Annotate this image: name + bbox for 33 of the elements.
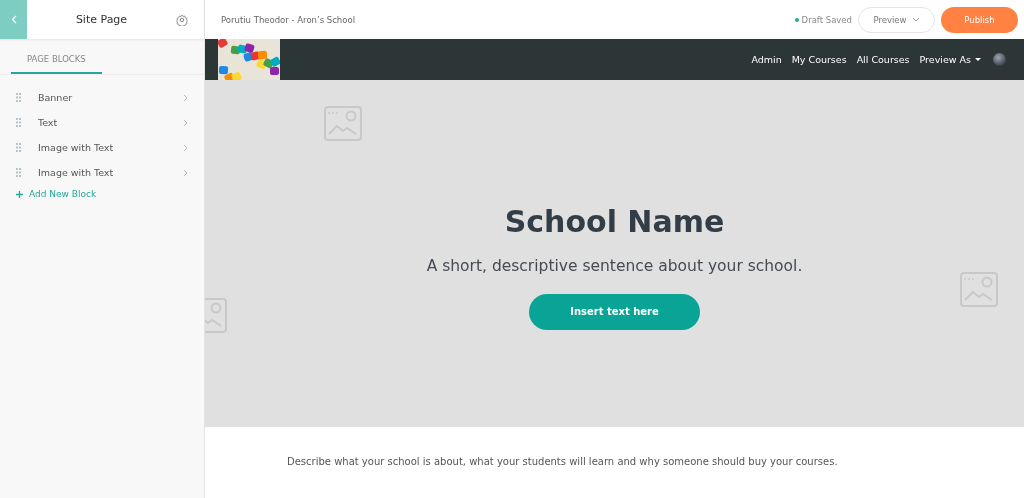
drag-handle-icon[interactable]	[16, 143, 21, 152]
nav-link[interactable]: Admin	[751, 54, 782, 65]
chevron-left-icon	[10, 15, 17, 24]
avatar[interactable]	[993, 53, 1006, 66]
caret-icon	[975, 57, 981, 62]
hero-title: School Name	[504, 203, 725, 239]
school-name: Porutiu Theodor - Aron’s School	[221, 14, 357, 25]
plus-icon	[16, 190, 23, 198]
block-item[interactable]: Image with Text	[38, 167, 183, 178]
block-item[interactable]: Image with Text	[38, 142, 183, 153]
chevron-down-icon	[911, 17, 920, 22]
image-placeholder-icon	[324, 106, 362, 141]
save-status: Draft Saved	[794, 14, 852, 25]
drag-handle-icon[interactable]	[16, 168, 21, 177]
drag-handle-icon[interactable]	[16, 93, 21, 102]
block-item[interactable]: Banner	[38, 92, 183, 103]
chevron-right-icon	[183, 93, 188, 102]
back-button[interactable]	[0, 0, 27, 39]
block-item[interactable]: Text	[38, 117, 183, 128]
page-blocks-tab[interactable]: PAGE BLOCKS	[11, 50, 102, 74]
drag-handle-icon[interactable]	[16, 118, 21, 127]
school-description: Describe what your school is about, what your students will learn and why someone should buy your courses.	[287, 456, 839, 467]
image-placeholder-icon	[960, 272, 998, 307]
nav-link[interactable]: All Courses	[856, 54, 910, 65]
hero-subtitle: A short, descriptive sentence about your school.	[426, 256, 803, 275]
chevron-right-icon	[183, 143, 188, 152]
settings-icon[interactable]	[176, 13, 188, 26]
chevron-right-icon	[183, 118, 188, 127]
chevron-right-icon	[183, 168, 188, 177]
preview-button[interactable]: Preview	[858, 6, 935, 33]
sidebar-title: Site Page	[74, 13, 129, 26]
preview-as-menu[interactable]: Preview As	[919, 54, 981, 65]
nav-link[interactable]: My Courses	[791, 54, 847, 65]
